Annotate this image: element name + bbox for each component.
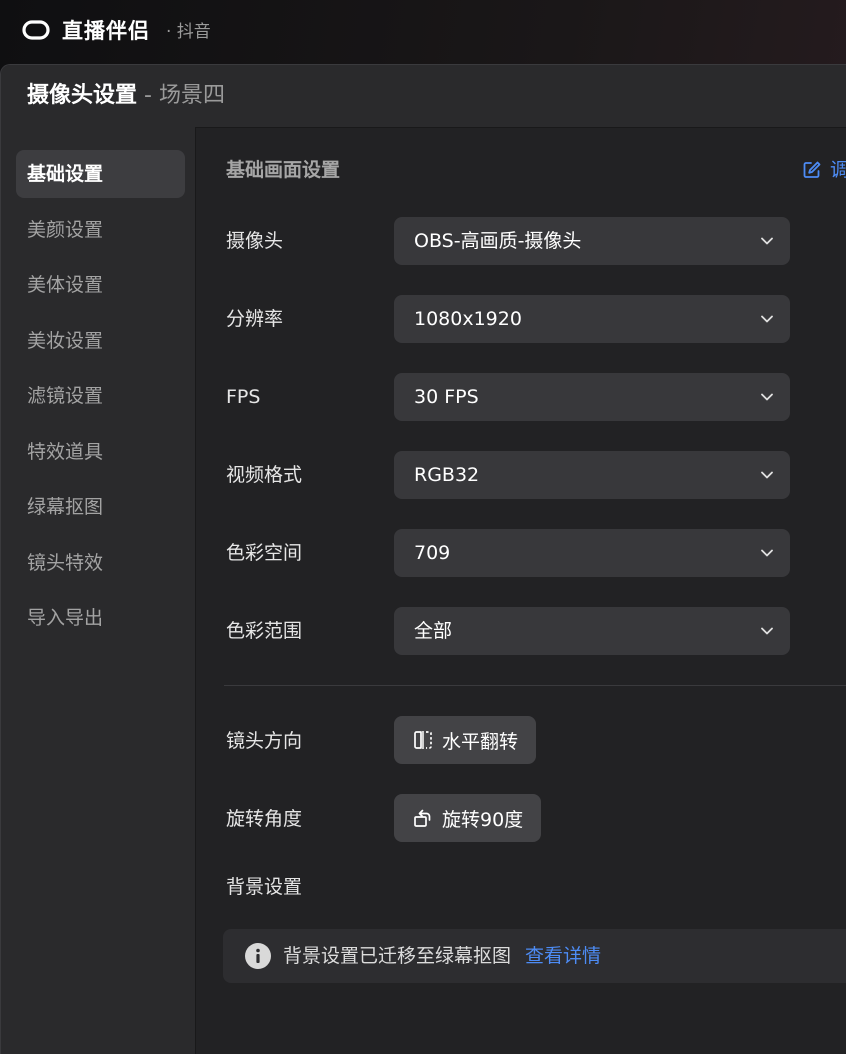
video-format-select[interactable]: RGB32 [394,451,790,499]
chevron-down-icon [761,237,773,245]
lens-direction-label: 镜头方向 [226,730,303,752]
resolution-label: 分辨率 [226,308,284,330]
sidebar-item-makeup[interactable]: 美妆设置 [16,317,185,365]
section-title: 基础画面设置 [226,159,341,181]
app-platform: · 抖音 [166,22,211,42]
edit-icon [803,161,821,178]
flip-horizontal-button[interactable]: 水平翻转 [394,716,537,764]
sidebar-item-body[interactable]: 美体设置 [16,261,185,309]
edit-link[interactable]: 调 [802,155,846,185]
chevron-down-icon [761,315,773,323]
view-details-link[interactable]: 查看详情 [525,945,601,967]
chevron-down-icon [761,627,773,635]
sidebar-item-import-export[interactable]: 导入导出 [16,594,185,642]
video-format-label: 视频格式 [226,464,303,486]
resolution-select-value: 1080x1920 [414,308,522,330]
color-space-select-value: 709 [414,542,451,564]
camera-label: 摄像头 [226,230,284,252]
sidebar-item-beauty[interactable]: 美颜设置 [16,206,185,254]
settings-sidebar: 基础设置 美颜设置 美体设置 美妆设置 滤镜设置 特效道具 绿幕抠图 镜头特效 … [1,127,196,1054]
window-title-scene: - 场景四 [137,83,225,108]
fps-select[interactable]: 30 FPS [394,373,790,421]
window-title: 摄像头设置 - 场景四 [27,81,225,111]
rotate-icon [414,809,431,827]
chevron-down-icon [761,549,773,557]
background-label: 背景设置 [226,876,303,898]
fps-select-value: 30 FPS [414,386,479,408]
fps-label: FPS [226,386,261,408]
app-name: 直播伴侣 [62,19,150,43]
flip-horizontal-icon [414,731,432,749]
chevron-down-icon [761,393,773,401]
sidebar-item-basic[interactable]: 基础设置 [16,150,185,198]
window-header: 摄像头设置 - 场景四 [1,65,846,128]
flip-horizontal-label: 水平翻转 [442,730,519,753]
app-titlebar: 直播伴侣 · 抖音 [0,0,846,64]
info-icon [245,943,271,969]
camera-select[interactable]: OBS-高画质-摄像头 [394,217,790,265]
sidebar-item-greenscreen[interactable]: 绿幕抠图 [16,483,185,531]
color-space-label: 色彩空间 [226,542,303,564]
section-divider [224,685,846,686]
sidebar-item-lens-effects[interactable]: 镜头特效 [16,539,185,587]
app-logo-icon [22,20,50,40]
window-title-main: 摄像头设置 [27,83,138,108]
camera-select-value: OBS-高画质-摄像头 [414,230,582,252]
notice-message: 背景设置已迁移至绿幕抠图 [283,945,512,967]
sidebar-item-filter[interactable]: 滤镜设置 [16,372,185,420]
color-range-select[interactable]: 全部 [394,607,790,655]
rotation-label: 旋转角度 [226,808,303,830]
video-format-select-value: RGB32 [414,464,480,486]
chevron-down-icon [761,471,773,479]
color-space-select[interactable]: 709 [394,529,790,577]
color-range-select-value: 全部 [414,620,453,642]
rotate-90-button[interactable]: 旋转90度 [394,794,542,842]
sidebar-item-effects[interactable]: 特效道具 [16,428,185,476]
color-range-label: 色彩范围 [226,620,303,642]
resolution-select[interactable]: 1080x1920 [394,295,790,343]
rotate-90-label: 旋转90度 [442,808,524,831]
background-notice: 背景设置已迁移至绿幕抠图 查看详情 [223,929,846,983]
edit-link-label: 调 [830,159,846,181]
notice-text: 背景设置已迁移至绿幕抠图 查看详情 [283,941,601,971]
